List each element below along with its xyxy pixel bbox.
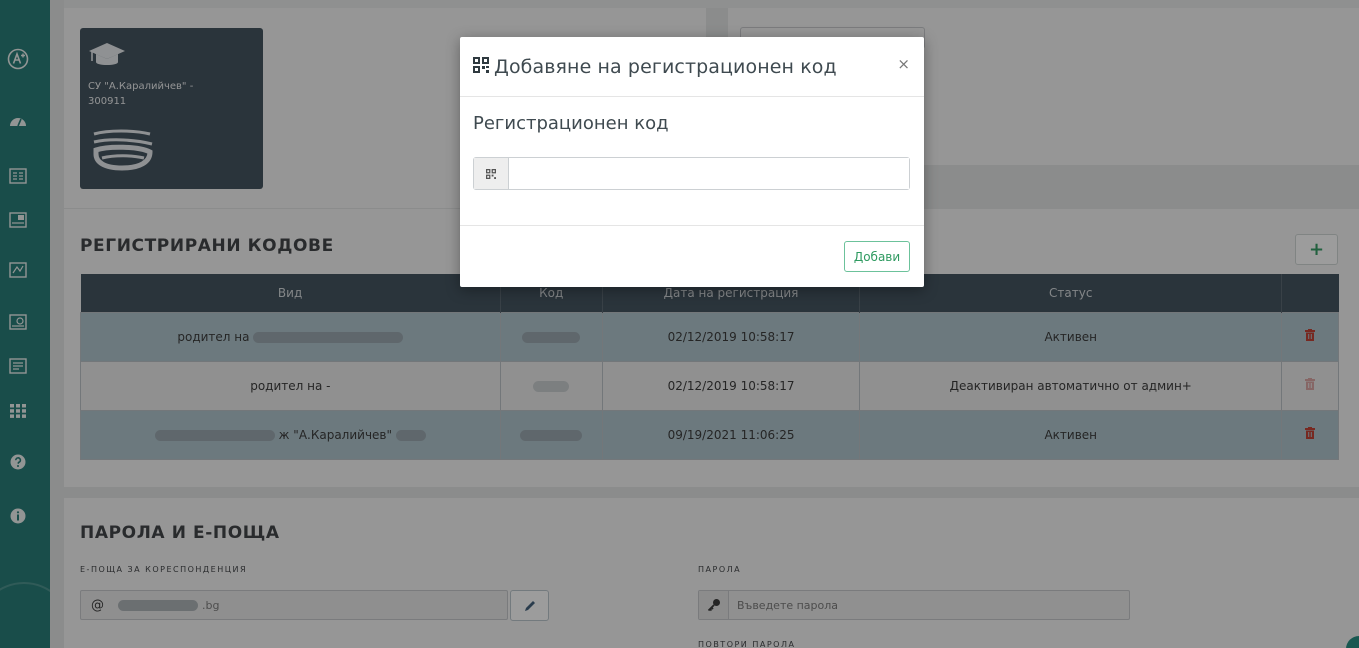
modal-body: Регистрационен код bbox=[460, 97, 924, 226]
registration-code-input[interactable] bbox=[509, 158, 909, 189]
close-icon[interactable]: × bbox=[897, 55, 910, 73]
add-code-modal: Добавяне на регистрационен код × Регистр… bbox=[460, 37, 924, 287]
add-button[interactable]: Добави bbox=[844, 241, 910, 272]
registration-code-label: Регистрационен код bbox=[473, 113, 669, 134]
qr-code-icon bbox=[474, 158, 509, 189]
qr-code-icon bbox=[473, 57, 489, 76]
registration-code-field[interactable] bbox=[473, 157, 910, 190]
modal-title: Добавяне на регистрационен код bbox=[494, 55, 837, 78]
modal-footer: Добави bbox=[460, 226, 924, 286]
modal-header: Добавяне на регистрационен код × bbox=[460, 37, 924, 97]
